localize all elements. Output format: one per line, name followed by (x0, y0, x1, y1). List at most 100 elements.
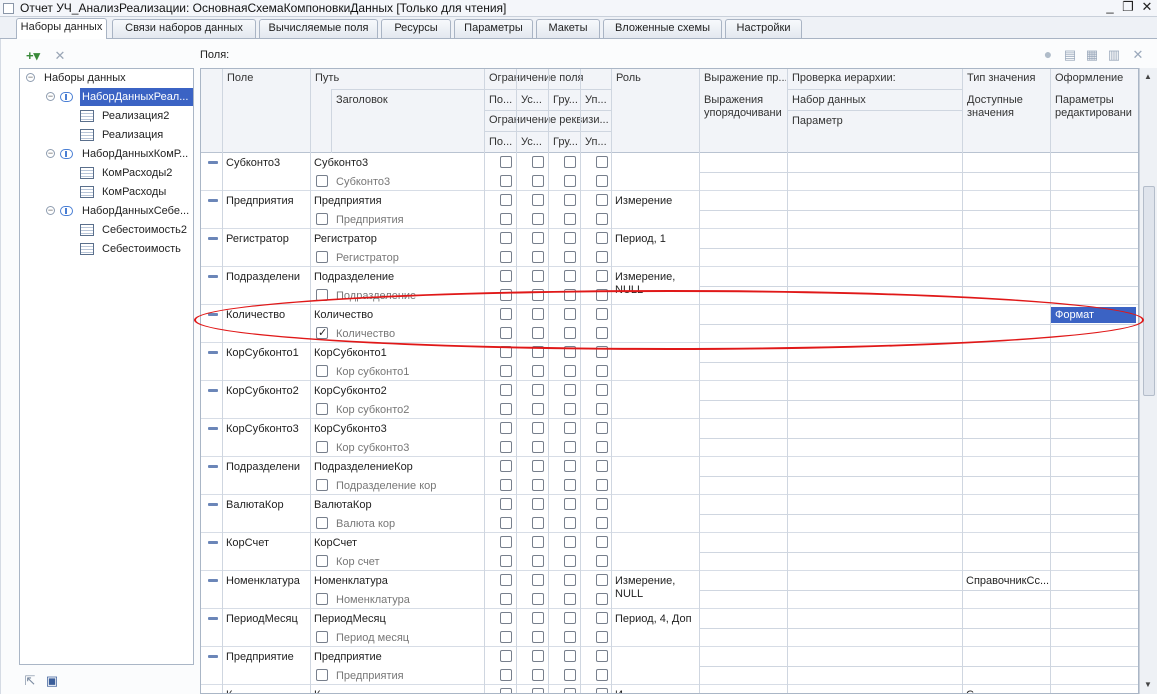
restriction-checkbox-1[interactable] (500, 536, 512, 548)
add-circle-icon[interactable]: ● (1040, 47, 1056, 63)
restriction-checkbox-1[interactable] (500, 232, 512, 244)
restriction-attr-checkbox-2[interactable] (532, 479, 544, 491)
role-cell[interactable]: И... (615, 689, 699, 693)
restriction-checkbox-1[interactable] (500, 612, 512, 624)
delete-field-icon[interactable]: ✕ (1130, 47, 1146, 63)
restriction-attr-checkbox-1[interactable] (500, 593, 512, 605)
title-cell[interactable]: Валюта кор (336, 518, 484, 531)
restriction-checkbox-2[interactable] (532, 498, 544, 510)
title-cell[interactable]: Предприятия (336, 214, 484, 227)
value-type-cell[interactable]: СправочникСс... (966, 575, 1050, 588)
restriction-checkbox-4[interactable] (596, 612, 608, 624)
table-row[interactable]: Предприятия Предприятия Предприятия Измерен… (201, 191, 1138, 229)
col-expression-order[interactable]: Выражения упорядочивани (700, 94, 786, 120)
appearance-cell[interactable]: Формат (1051, 307, 1136, 323)
title-checkbox[interactable] (316, 669, 328, 681)
table-row[interactable]: ПериодМесяц ПериодМесяц Период месяц Период… (201, 609, 1138, 647)
title-checkbox[interactable] (316, 175, 328, 187)
field-cell[interactable]: Подразделени (226, 271, 310, 284)
restriction-checkbox-1[interactable] (500, 346, 512, 358)
col-restriction-2[interactable]: Ус... (517, 94, 549, 107)
tab-resources[interactable]: Ресурсы (381, 19, 451, 38)
field-cell[interactable]: Субконто3 (226, 157, 310, 170)
col-expression[interactable]: Выражение пр... (700, 72, 786, 85)
title-checkbox[interactable] (316, 593, 328, 605)
restriction-attr-checkbox-2[interactable] (532, 669, 544, 681)
restriction-attr-checkbox-4[interactable] (596, 289, 608, 301)
path-cell[interactable]: К... (314, 689, 484, 693)
restriction-checkbox-2[interactable] (532, 308, 544, 320)
restriction-attr-checkbox-4[interactable] (596, 327, 608, 339)
restriction-attr-checkbox-4[interactable] (596, 175, 608, 187)
restriction-checkbox-1[interactable] (500, 460, 512, 472)
restriction-attr-checkbox-3[interactable] (564, 441, 576, 453)
path-cell[interactable]: Регистратор (314, 233, 484, 246)
collapse-icon[interactable]: − (26, 73, 35, 82)
title-cell[interactable]: Номенклатура (336, 594, 484, 607)
restriction-attr-checkbox-1[interactable] (500, 251, 512, 263)
restriction-checkbox-1[interactable] (500, 194, 512, 206)
restriction-checkbox-3[interactable] (564, 232, 576, 244)
restriction-attr-checkbox-1[interactable] (500, 289, 512, 301)
restriction-checkbox-3[interactable] (564, 688, 576, 693)
path-cell[interactable]: КорСубконто3 (314, 423, 484, 436)
restriction-checkbox-1[interactable] (500, 498, 512, 510)
restriction-attr-checkbox-4[interactable] (596, 251, 608, 263)
field-cell[interactable]: Предприятия (226, 195, 310, 208)
title-checkbox[interactable] (316, 289, 328, 301)
title-checkbox[interactable] (316, 213, 328, 225)
restriction-attr-checkbox-3[interactable] (564, 365, 576, 377)
col-restriction-attr-2[interactable]: Ус... (517, 136, 549, 149)
restriction-attr-checkbox-2[interactable] (532, 175, 544, 187)
restriction-checkbox-2[interactable] (532, 422, 544, 434)
restriction-attr-checkbox-3[interactable] (564, 593, 576, 605)
table-row[interactable]: ВалютаКор ВалютаКор Валюта кор (201, 495, 1138, 533)
restriction-attr-checkbox-4[interactable] (596, 555, 608, 567)
table-row[interactable]: КорСубконто3 КорСубконто3 Кор субконто3 (201, 419, 1138, 457)
table-row[interactable]: К... К... И... С... (201, 685, 1138, 693)
field-cell[interactable]: Количество (226, 309, 310, 322)
col-restriction-attr-1[interactable]: По... (485, 136, 517, 149)
tab-nested-schemas[interactable]: Вложенные схемы (603, 19, 722, 38)
field-cell[interactable]: КорСубконто3 (226, 423, 310, 436)
restriction-checkbox-1[interactable] (500, 384, 512, 396)
restriction-checkbox-3[interactable] (564, 422, 576, 434)
title-cell[interactable]: Кор субконто2 (336, 404, 484, 417)
title-checkbox[interactable] (316, 517, 328, 529)
field-cell[interactable]: К... (226, 689, 310, 693)
restriction-checkbox-3[interactable] (564, 536, 576, 548)
restriction-attr-checkbox-4[interactable] (596, 365, 608, 377)
role-cell[interactable]: Измерение, NULL (615, 575, 699, 601)
restriction-checkbox-4[interactable] (596, 498, 608, 510)
col-field[interactable]: Поле (223, 72, 309, 85)
minimize-button[interactable]: _ (1102, 0, 1118, 16)
restriction-attr-checkbox-2[interactable] (532, 365, 544, 377)
restriction-attr-checkbox-3[interactable] (564, 479, 576, 491)
scroll-down-icon[interactable]: ▼ (1144, 680, 1152, 689)
path-cell[interactable]: Предприятия (314, 195, 484, 208)
title-checkbox[interactable] (316, 479, 328, 491)
restriction-checkbox-3[interactable] (564, 574, 576, 586)
restriction-attr-checkbox-2[interactable] (532, 327, 544, 339)
restriction-attr-checkbox-2[interactable] (532, 289, 544, 301)
col-hierarchy-set[interactable]: Набор данных (788, 94, 962, 107)
path-cell[interactable]: КорСубконто2 (314, 385, 484, 398)
restriction-attr-checkbox-1[interactable] (500, 479, 512, 491)
title-cell[interactable]: Регистратор (336, 252, 484, 265)
restriction-checkbox-3[interactable] (564, 270, 576, 282)
restriction-checkbox-3[interactable] (564, 156, 576, 168)
restriction-attr-checkbox-4[interactable] (596, 213, 608, 225)
restriction-checkbox-4[interactable] (596, 650, 608, 662)
restriction-checkbox-3[interactable] (564, 498, 576, 510)
field-cell[interactable]: Номенклатура (226, 575, 310, 588)
restriction-checkbox-2[interactable] (532, 460, 544, 472)
restriction-attr-checkbox-4[interactable] (596, 517, 608, 529)
collapse-icon[interactable]: − (46, 206, 55, 215)
restriction-checkbox-1[interactable] (500, 156, 512, 168)
restriction-checkbox-4[interactable] (596, 346, 608, 358)
path-cell[interactable]: ПодразделениеКор (314, 461, 484, 474)
restriction-checkbox-2[interactable] (532, 650, 544, 662)
save-icon[interactable]: ▣ (44, 673, 60, 689)
scroll-thumb[interactable] (1143, 186, 1155, 396)
title-checkbox[interactable] (316, 631, 328, 643)
